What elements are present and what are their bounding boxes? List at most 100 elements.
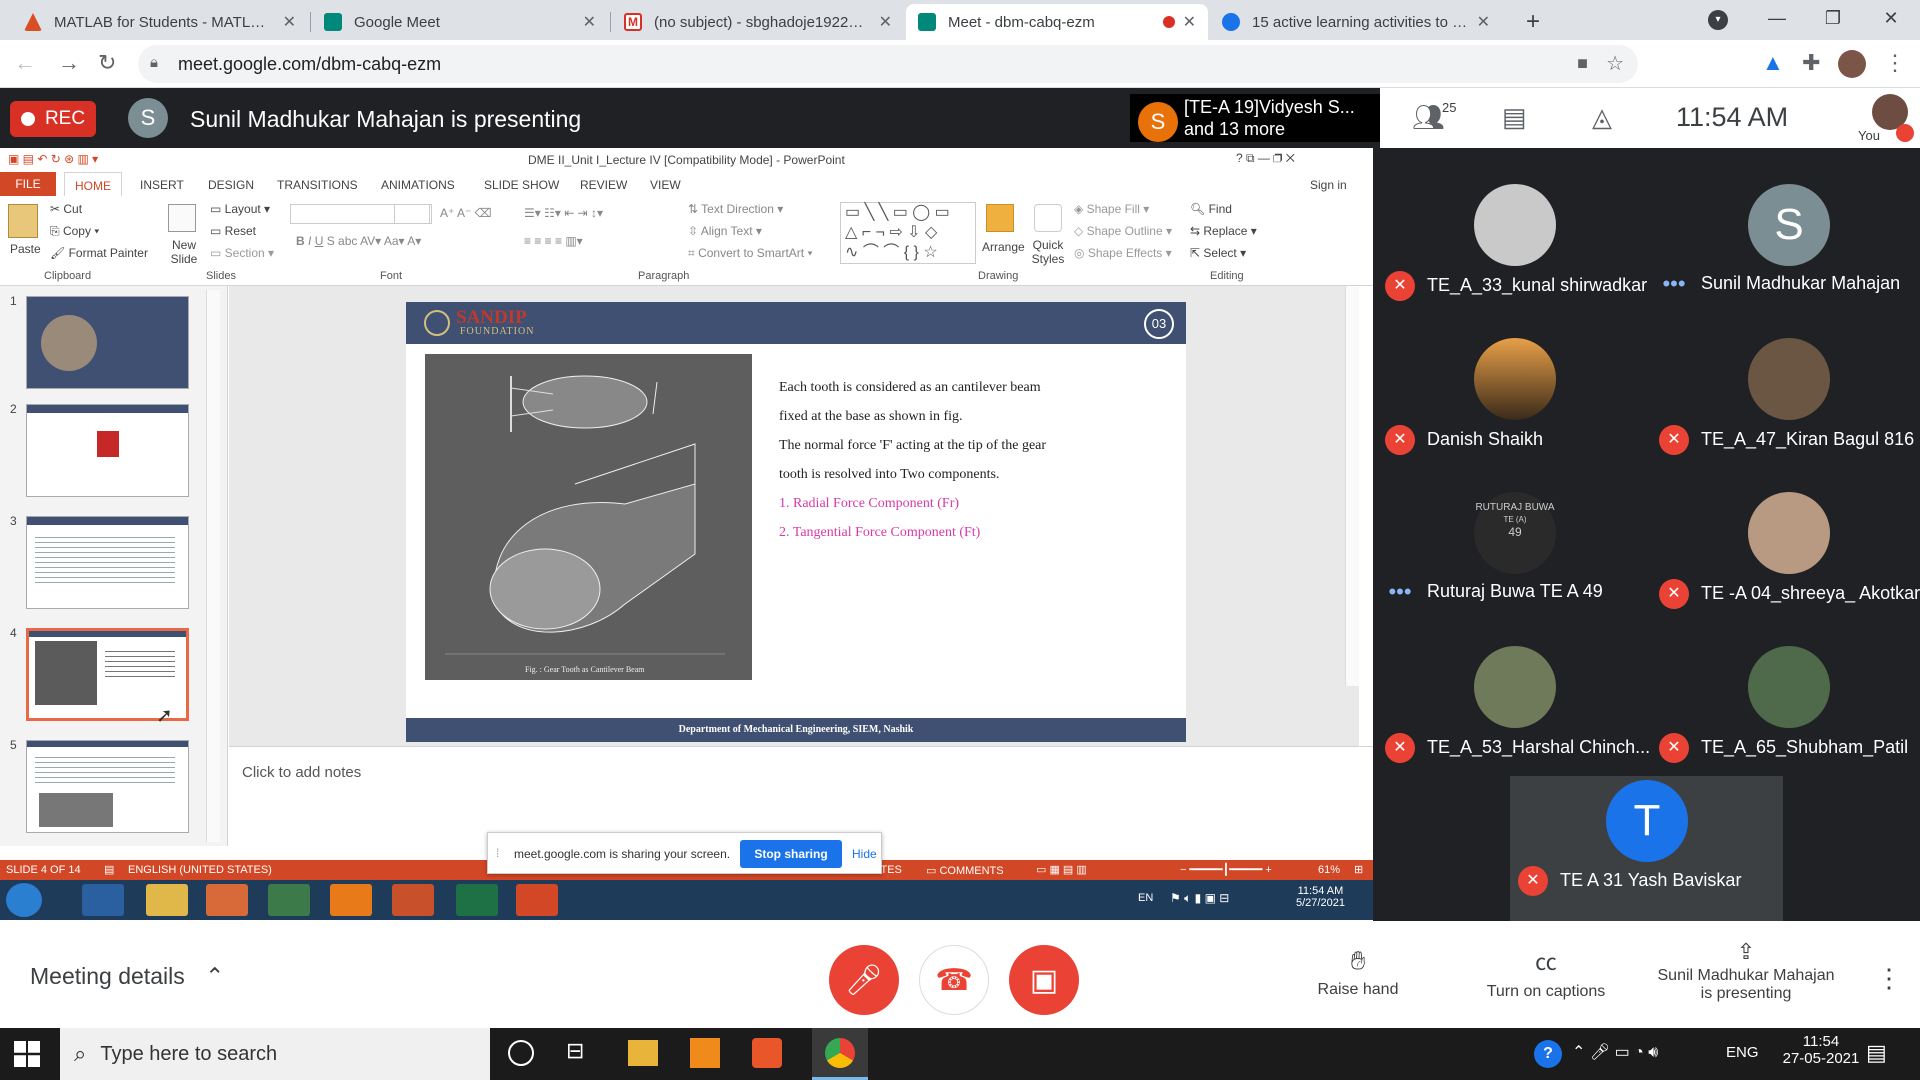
meeting-details-button[interactable]: Meeting details ⌃ [30,963,224,990]
participant-tile[interactable]: ✕ Danish Shaikh [1373,338,1643,492]
tab-transitions[interactable]: TRANSITIONS [277,178,358,192]
presenting-button[interactable]: ⇪ Sunil Madhukar Mahajan is presenting [1646,939,1846,1003]
tab-meet-active[interactable]: Meet - dbm-cabq-ezm ✕ [906,4,1208,40]
extension-icon[interactable]: ▲ [1762,50,1784,76]
shape-fill-button[interactable]: ◈ Shape Fill ▾ [1074,202,1149,216]
reset-button[interactable]: ▭ Reset [210,224,256,238]
zoom-level[interactable]: 61% [1318,864,1340,876]
section-button[interactable]: ▭ Section ▾ [210,246,274,260]
windows-start-orb[interactable] [6,883,42,917]
tab-view[interactable]: VIEW [650,178,681,192]
fit-slide-icon[interactable]: ⊞ [1354,863,1363,876]
text-direction-button[interactable]: ⇅ Text Direction ▾ [688,202,783,216]
paste-icon[interactable] [8,204,38,238]
close-tab-icon[interactable]: ✕ [1477,12,1490,32]
tab-review[interactable]: REVIEW [580,178,627,192]
participant-tile-yash[interactable]: T ✕ TE A 31 Yash Baviskar [1510,776,1783,921]
people-icon[interactable]: 👥︎ [1412,102,1445,133]
puzzle-icon[interactable]: ✚ [1802,50,1820,76]
select-button[interactable]: ⇱ Select ▾ [1190,246,1246,260]
view-buttons-icon[interactable]: ▭ ▦ ▤ ▥ [1036,863,1087,876]
powerpoint-icon[interactable] [516,884,558,916]
omnibox[interactable]: 🔒︎ meet.google.com/dbm-cabq-ezm ■ ☆ [138,45,1638,83]
tab-home[interactable]: HOME [64,172,122,196]
comments-toggle[interactable]: ▭ COMMENTS [926,864,1004,877]
app-icon[interactable] [752,1038,782,1068]
tab-gmail[interactable]: M (no subject) - sbghadoje1922192 ✕ [612,4,904,40]
tray-language[interactable]: EN [1138,892,1153,904]
close-tab-icon[interactable]: ✕ [1183,12,1196,32]
shape-outline-button[interactable]: ◇ Shape Outline ▾ [1074,224,1172,238]
replace-button[interactable]: ⇆ Replace ▾ [1190,224,1257,238]
slide-thumbnail[interactable] [26,740,189,833]
taskbar-clock[interactable]: 11:54 27-05-2021 [1776,1033,1866,1067]
participant-tile[interactable]: ✕ TE -A 04_shreeya_ Akotkar [1647,492,1920,646]
tab-insert[interactable]: INSERT [140,178,184,192]
leave-call-button[interactable]: ☎︎ [919,945,989,1015]
quick-styles-button[interactable]: Quick Styles [1030,238,1066,266]
raise-hand-button[interactable]: ✋︎ Raise hand [1308,945,1408,999]
sign-in-link[interactable]: Sign in [1310,178,1347,192]
zoom-slider[interactable]: − ━━━━━┃━━━━━ + [1180,863,1272,876]
forward-icon[interactable]: → [58,50,80,76]
bookmark-star-icon[interactable]: ☆ [1606,51,1624,76]
copy-button[interactable]: ⎘ Copy ▾ [50,224,99,239]
tab-design[interactable]: DESIGN [208,178,254,192]
tab-matlab[interactable]: MATLAB for Students - MATLAB & ✕ [12,4,308,40]
arrange-button[interactable]: Arrange [982,240,1025,254]
new-slide-icon[interactable] [168,204,196,232]
notifications-icon[interactable]: ▤ [1866,1040,1887,1066]
shapes-gallery[interactable]: ▭ ╲ ╲ ▭ ◯ ▭ △ ⌐ ¬ ⇨ ⇩ ◇ ∿ ⌒ ⌒ { } ☆ [840,202,976,264]
arrange-icon[interactable] [986,204,1014,232]
chat-icon[interactable]: ▤ [1502,102,1527,133]
font-size-adjust-icon[interactable]: A⁺ A⁻ ⌫ [440,206,492,220]
mic-toggle-button[interactable]: 🎤︎ [829,945,899,1015]
slide-thumbnail[interactable] [26,404,189,497]
tab-file[interactable]: FILE [0,172,56,196]
taskbar-chrome[interactable] [812,1028,868,1080]
input-language[interactable]: ENG [1726,1044,1759,1061]
windows-start-icon[interactable] [14,1041,40,1067]
quick-styles-icon[interactable] [1034,204,1062,232]
close-tab-icon[interactable]: ✕ [283,12,296,32]
layout-button[interactable]: ▭ Layout ▾ [210,202,270,216]
ie-icon[interactable] [82,884,124,916]
excel-icon[interactable] [456,884,498,916]
menu-dots-icon[interactable]: ⋮ [1884,50,1906,76]
font-format-icons[interactable]: B I U S abc AV▾ Aa▾ A▾ [296,234,421,248]
new-tab-icon[interactable]: + [1518,8,1548,36]
smartart-button[interactable]: ⌗ Convert to SmartArt ▾ [688,246,813,261]
close-window-icon[interactable]: ✕ [1876,8,1906,29]
slide-thumbnail[interactable] [26,516,189,609]
tab-active-learning[interactable]: 15 active learning activities to en ✕ [1210,4,1502,40]
activities-icon[interactable]: ◬ [1592,102,1612,133]
tab-search-icon[interactable]: ▾ [1708,10,1728,30]
vlc-icon[interactable] [330,884,372,916]
slide-scrollbar[interactable] [1345,286,1359,686]
ppt-window-controls-icon[interactable]: ? ⧉ — ❐ ✕ [1236,151,1295,166]
maximize-icon[interactable]: ❐ [1818,8,1848,29]
shape-effects-button[interactable]: ◎ Shape Effects ▾ [1074,246,1172,260]
find-button[interactable]: 🔍︎ Find [1190,202,1232,216]
font-size-box[interactable] [394,204,432,224]
cut-button[interactable]: ✂ Cut [50,202,82,216]
close-tab-icon[interactable]: ✕ [583,12,596,32]
tray-icons[interactable]: ⚑ 🔈︎ ▮ ▣ ⊟ [1170,891,1229,906]
ppt-quick-access-icon[interactable]: ▣ ▤ ↶ ↻ ⊛ ▥ ▾ [8,152,98,166]
stop-sharing-button[interactable]: Stop sharing [740,840,842,868]
sublime-icon[interactable] [690,1038,720,1068]
hide-notice-button[interactable]: Hide [852,847,877,861]
participant-tile[interactable]: S ••• Sunil Madhukar Mahajan [1647,184,1917,338]
taskbar-search-box[interactable]: ⌕ Type here to search [60,1028,490,1080]
align-icons[interactable]: ≡ ≡ ≡ ≡ ▥▾ [524,234,583,248]
participant-tile[interactable]: ✕ TE_A_33_kunal shirwadkar [1373,184,1647,338]
align-text-button[interactable]: ⇳ Align Text ▾ [688,224,762,238]
tab-google-meet[interactable]: Google Meet ✕ [312,4,608,40]
explorer-icon[interactable] [146,884,188,916]
system-tray-icons[interactable]: ⌃ 🎤︎ ▭ ◔ 🔊︎ [1572,1042,1658,1062]
featured-participants[interactable]: S [TE-A 19]Vidyesh S... and 13 more [1130,94,1380,142]
tab-animations[interactable]: ANIMATIONS [381,178,455,192]
tab-slide-show[interactable]: SLIDE SHOW [484,178,559,192]
thumbnail-scrollbar[interactable] [206,290,220,842]
list-icons[interactable]: ☰▾ ☷▾ ⇤ ⇥ ↕▾ [524,206,603,220]
